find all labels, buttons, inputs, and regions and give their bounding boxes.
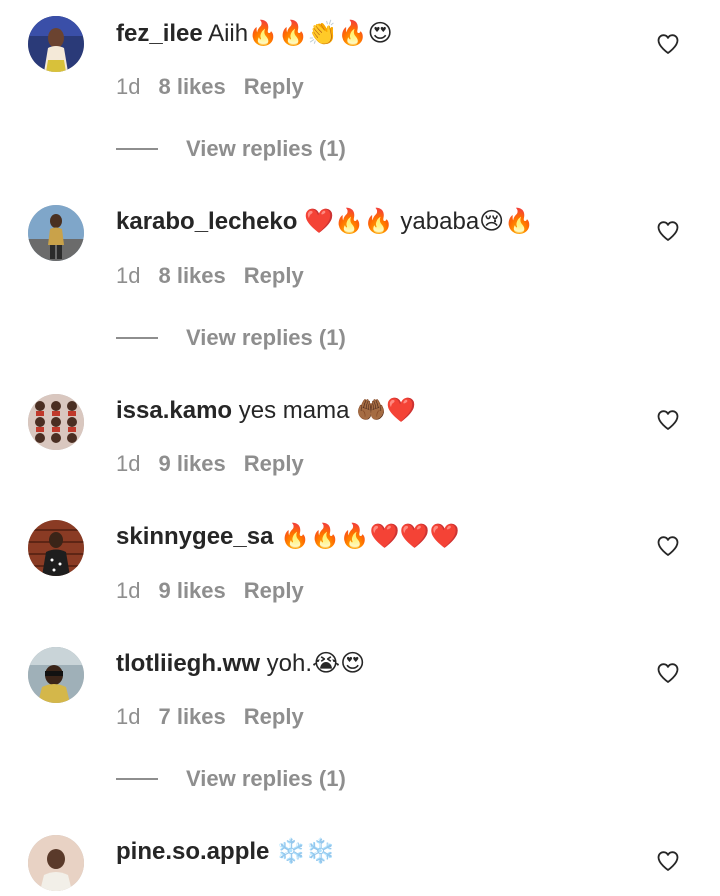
view-replies-label[interactable]: View replies (1) [186, 766, 346, 792]
comment-text: tlotliiegh.ww yoh.😭😍 [116, 649, 365, 679]
timestamp: 1d [116, 578, 141, 603]
comment-body: Aiih🔥🔥👏🔥😍 [208, 20, 393, 47]
view-replies[interactable]: View replies (1) [116, 765, 346, 793]
comment-body: yes mama 🤲🏾❤️ [238, 397, 416, 424]
comment-body: ❤️🔥🔥 yababa😢🔥 [304, 208, 535, 235]
username[interactable]: karabo_lecheko [116, 208, 297, 235]
replies-divider [116, 337, 158, 339]
comment-body: 🔥🔥🔥❤️❤️❤️ [280, 523, 460, 550]
comment-meta: 1d 9 likes Reply [116, 577, 304, 605]
timestamp: 1d [116, 451, 141, 476]
comment-meta: 1d 9 likes Reply [116, 450, 304, 478]
timestamp: 1d [116, 704, 141, 729]
avatar[interactable] [28, 16, 84, 72]
heart-outline-icon[interactable] [656, 849, 680, 873]
replies-divider [116, 148, 158, 150]
view-replies-label[interactable]: View replies (1) [186, 325, 346, 351]
avatar[interactable] [28, 520, 84, 576]
username[interactable]: pine.so.apple [116, 838, 269, 865]
heart-outline-icon[interactable] [656, 219, 680, 243]
comment-text: issa.kamo yes mama 🤲🏾❤️ [116, 396, 416, 426]
reply-button[interactable]: Reply [244, 451, 304, 476]
heart-outline-icon[interactable] [656, 661, 680, 685]
heart-outline-icon[interactable] [656, 32, 680, 56]
view-replies[interactable]: View replies (1) [116, 324, 346, 352]
replies-divider [116, 778, 158, 780]
comment-meta: 1d 8 likes Reply [116, 262, 304, 290]
avatar[interactable] [28, 205, 84, 261]
username[interactable]: issa.kamo [116, 397, 232, 424]
reply-button[interactable]: Reply [244, 578, 304, 603]
comment-body: yoh.😭😍 [266, 650, 366, 677]
username[interactable]: fez_ilee [116, 20, 203, 47]
likes-count[interactable]: 9 likes [158, 578, 225, 603]
comment-meta: 1d 7 likes Reply [116, 703, 304, 731]
reply-button[interactable]: Reply [244, 74, 304, 99]
username[interactable]: tlotliiegh.ww [116, 650, 260, 677]
avatar[interactable] [28, 835, 84, 891]
likes-count[interactable]: 8 likes [158, 263, 225, 288]
reply-button[interactable]: Reply [244, 704, 304, 729]
likes-count[interactable]: 8 likes [158, 74, 225, 99]
reply-button[interactable]: Reply [244, 263, 304, 288]
heart-outline-icon[interactable] [656, 408, 680, 432]
comment-text: skinnygee_sa 🔥🔥🔥❤️❤️❤️ [116, 522, 459, 552]
view-replies-label[interactable]: View replies (1) [186, 136, 346, 162]
avatar[interactable] [28, 647, 84, 703]
avatar[interactable] [28, 394, 84, 450]
comment-text: karabo_lecheko ❤️🔥🔥 yababa😢🔥 [116, 207, 534, 237]
heart-outline-icon[interactable] [656, 534, 680, 558]
username[interactable]: skinnygee_sa [116, 523, 273, 550]
comment-text: pine.so.apple ❄️❄️ [116, 837, 336, 867]
comment-body: ❄️❄️ [276, 838, 336, 865]
likes-count[interactable]: 9 likes [158, 451, 225, 476]
timestamp: 1d [116, 74, 141, 99]
comment-meta: 1d 8 likes Reply [116, 73, 304, 101]
view-replies[interactable]: View replies (1) [116, 135, 346, 163]
timestamp: 1d [116, 263, 141, 288]
likes-count[interactable]: 7 likes [158, 704, 225, 729]
comment-text: fez_ilee Aiih🔥🔥👏🔥😍 [116, 19, 393, 49]
